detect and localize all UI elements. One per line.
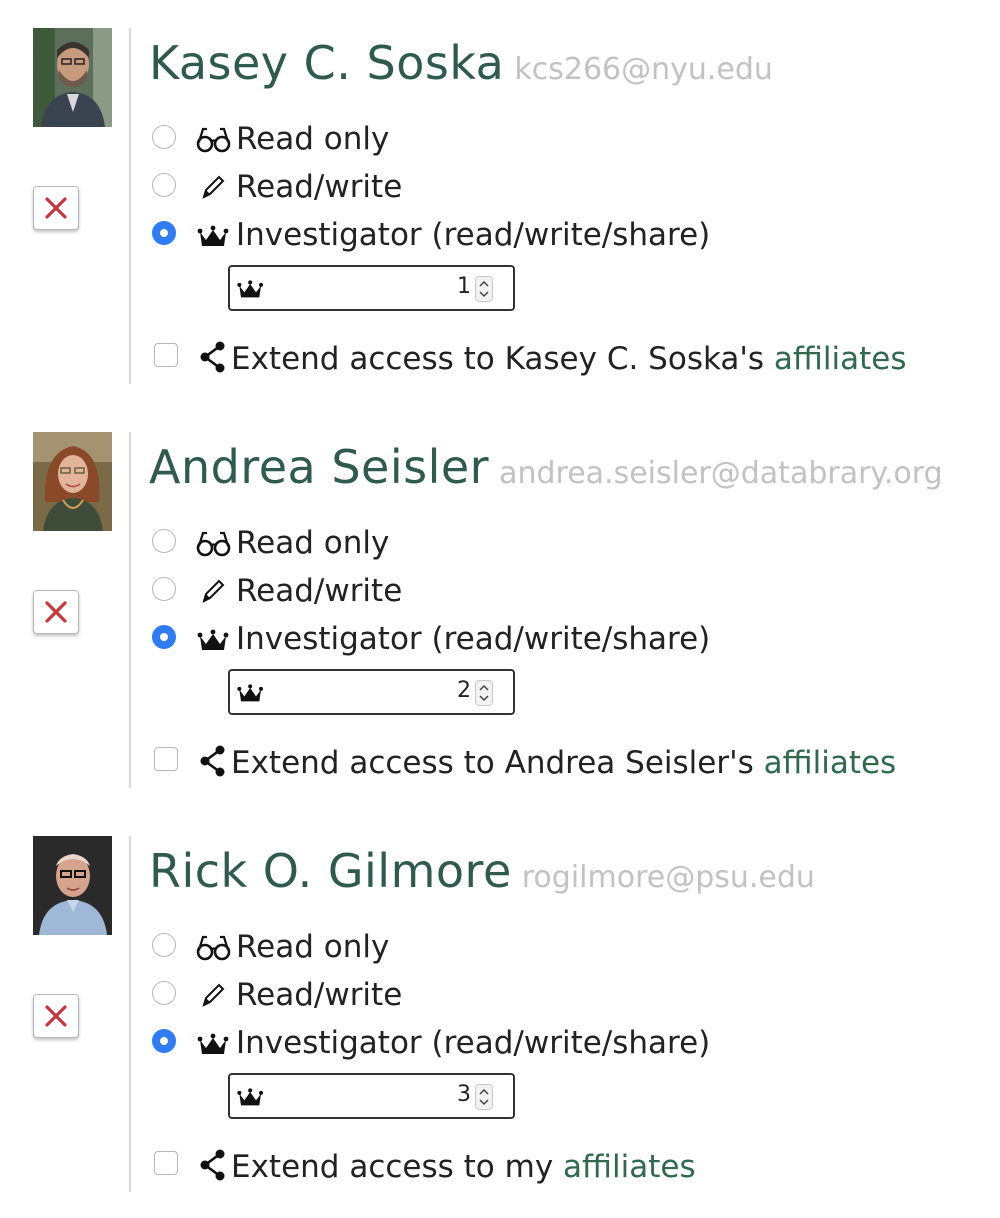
extend-access-checkbox[interactable] [154,1151,178,1175]
extend-access-checkbox[interactable] [154,747,178,771]
party-name: Kasey C. Soska [149,36,505,90]
share-icon [200,1149,225,1181]
stepper-value: 2 [457,678,471,703]
avatar [33,432,112,531]
spin-arrows-icon[interactable] [475,680,493,706]
crown-icon [197,225,229,246]
stepper-value: 1 [457,274,471,299]
party-header: Kasey C. Soska kcs266@nyu.edu [149,36,773,90]
stepper-value: 3 [457,1082,471,1107]
read-only-label: Read only [236,121,390,157]
party-email: rogilmore@psu.edu [521,860,815,895]
share-icon [200,745,225,777]
party-header: Andrea Seisler andrea.seisler@databrary.o… [149,440,943,494]
party-email: kcs266@nyu.edu [514,52,773,87]
affiliates-link[interactable]: affiliates [764,745,897,781]
read-write-label: Read/write [236,573,403,609]
spin-arrows-icon[interactable] [475,1084,493,1110]
glasses-icon [196,127,231,153]
investigator-radio[interactable] [152,625,176,649]
read-only-radio[interactable] [152,933,176,957]
pencil-icon [202,983,225,1007]
remove-party-button[interactable] [33,186,79,230]
pencil-icon [202,175,225,199]
avatar [33,28,112,127]
investigator-label: Investigator (read/write/share) [236,217,711,253]
divider [129,836,131,1192]
pencil-icon [202,579,225,603]
extend-access-label: Extend access to Kasey C. Soska's affili… [231,341,907,377]
extend-access-label: Extend access to my affiliates [231,1149,696,1185]
expiration-stepper[interactable]: 1 [228,265,515,311]
divider [129,432,131,788]
read-only-radio[interactable] [152,529,176,553]
close-icon [45,1005,67,1027]
remove-party-button[interactable] [33,994,79,1038]
party-header: Rick O. Gilmore rogilmore@psu.edu [149,844,815,898]
party-block: Kasey C. Soska kcs266@nyu.edu Read only R… [0,28,1000,388]
expiration-stepper[interactable]: 2 [228,669,515,715]
affiliates-link[interactable]: affiliates [563,1149,696,1185]
crown-icon [237,280,263,298]
read-write-label: Read/write [236,169,403,205]
read-only-label: Read only [236,929,390,965]
avatar [33,836,112,935]
investigator-label: Investigator (read/write/share) [236,1025,711,1061]
close-icon [45,601,67,623]
crown-icon [237,684,263,702]
read-write-radio[interactable] [152,173,176,197]
party-block: Rick O. Gilmore rogilmore@psu.edu Read on… [0,836,1000,1196]
party-block: Andrea Seisler andrea.seisler@databrary.o… [0,432,1000,792]
investigator-radio[interactable] [152,221,176,245]
investigator-radio[interactable] [152,1029,176,1053]
affiliates-link[interactable]: affiliates [774,341,907,377]
expiration-stepper[interactable]: 3 [228,1073,515,1119]
investigator-label: Investigator (read/write/share) [236,621,711,657]
crown-icon [237,1088,263,1106]
glasses-icon [196,935,231,961]
read-write-radio[interactable] [152,981,176,1005]
remove-party-button[interactable] [33,590,79,634]
read-write-label: Read/write [236,977,403,1013]
read-only-radio[interactable] [152,125,176,149]
crown-icon [197,1033,229,1054]
glasses-icon [196,531,231,557]
spin-arrows-icon[interactable] [475,276,493,302]
party-email: andrea.seisler@databrary.org [499,456,943,491]
divider [129,28,131,384]
extend-access-checkbox[interactable] [154,343,178,367]
extend-access-label: Extend access to Andrea Seisler's affili… [231,745,897,781]
read-write-radio[interactable] [152,577,176,601]
party-name: Rick O. Gilmore [149,844,512,898]
party-name: Andrea Seisler [149,440,490,494]
share-icon [200,341,225,373]
close-icon [45,197,67,219]
crown-icon [197,629,229,650]
read-only-label: Read only [236,525,390,561]
